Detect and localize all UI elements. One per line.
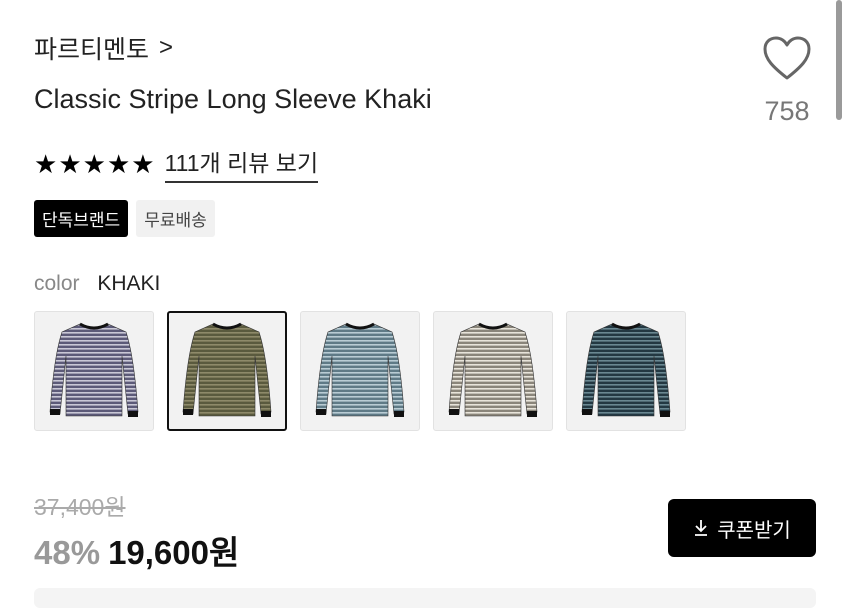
shirt-image bbox=[182, 322, 272, 417]
rating-row: ★ ★ ★ ★ ★ 111개 리뷰 보기 bbox=[34, 144, 319, 183]
coupon-label: 쿠폰받기 bbox=[717, 519, 791, 542]
original-price: 37,400원 bbox=[34, 494, 126, 520]
star-icon: ★ bbox=[58, 148, 82, 179]
brand-link[interactable]: 파르티멘토 > bbox=[34, 30, 173, 66]
star-icon: ★ bbox=[106, 148, 131, 179]
color-swatches bbox=[34, 311, 686, 431]
swatch-purple-stripe[interactable] bbox=[34, 311, 154, 431]
swatch-khaki-stripe[interactable] bbox=[167, 311, 287, 431]
swatch-navy-stripe[interactable] bbox=[566, 311, 686, 431]
bottom-panel bbox=[34, 588, 816, 608]
shirt-image bbox=[581, 322, 671, 417]
color-row: color KHAKI bbox=[34, 272, 160, 296]
chevron-right-icon: > bbox=[159, 34, 174, 61]
discount-rate: 48% bbox=[34, 534, 101, 571]
color-label: color bbox=[34, 272, 80, 295]
badge-row: 단독브랜드 무료배송 bbox=[34, 200, 215, 237]
product-title: Classic Stripe Long Sleeve Khaki bbox=[34, 84, 432, 114]
scrollbar[interactable] bbox=[836, 0, 842, 120]
wishlist-button[interactable]: 758 bbox=[752, 34, 822, 127]
star-icon: ★ bbox=[131, 148, 155, 179]
brand-name: 파르티멘토 bbox=[34, 36, 150, 64]
exclusive-brand-badge: 단독브랜드 bbox=[34, 200, 129, 237]
coupon-button[interactable]: 쿠폰받기 bbox=[668, 499, 816, 557]
swatch-beige-stripe[interactable] bbox=[433, 311, 553, 431]
star-icon: ★ bbox=[34, 148, 58, 179]
free-shipping-badge: 무료배송 bbox=[136, 200, 215, 237]
price-row: 48% 19,600원 bbox=[34, 526, 239, 574]
final-price: 19,600원 bbox=[108, 534, 240, 571]
heart-icon bbox=[763, 36, 811, 80]
reviews-link[interactable]: 111개 리뷰 보기 bbox=[164, 144, 319, 183]
shirt-image bbox=[49, 322, 139, 417]
star-rating: ★ ★ ★ ★ ★ bbox=[34, 151, 155, 177]
swatch-blue-stripe[interactable] bbox=[300, 311, 420, 431]
shirt-image bbox=[315, 322, 405, 417]
wishlist-count: 758 bbox=[764, 96, 810, 126]
shirt-image bbox=[448, 322, 538, 417]
color-value: KHAKI bbox=[97, 272, 161, 295]
star-icon: ★ bbox=[82, 148, 106, 179]
download-icon bbox=[695, 520, 708, 536]
